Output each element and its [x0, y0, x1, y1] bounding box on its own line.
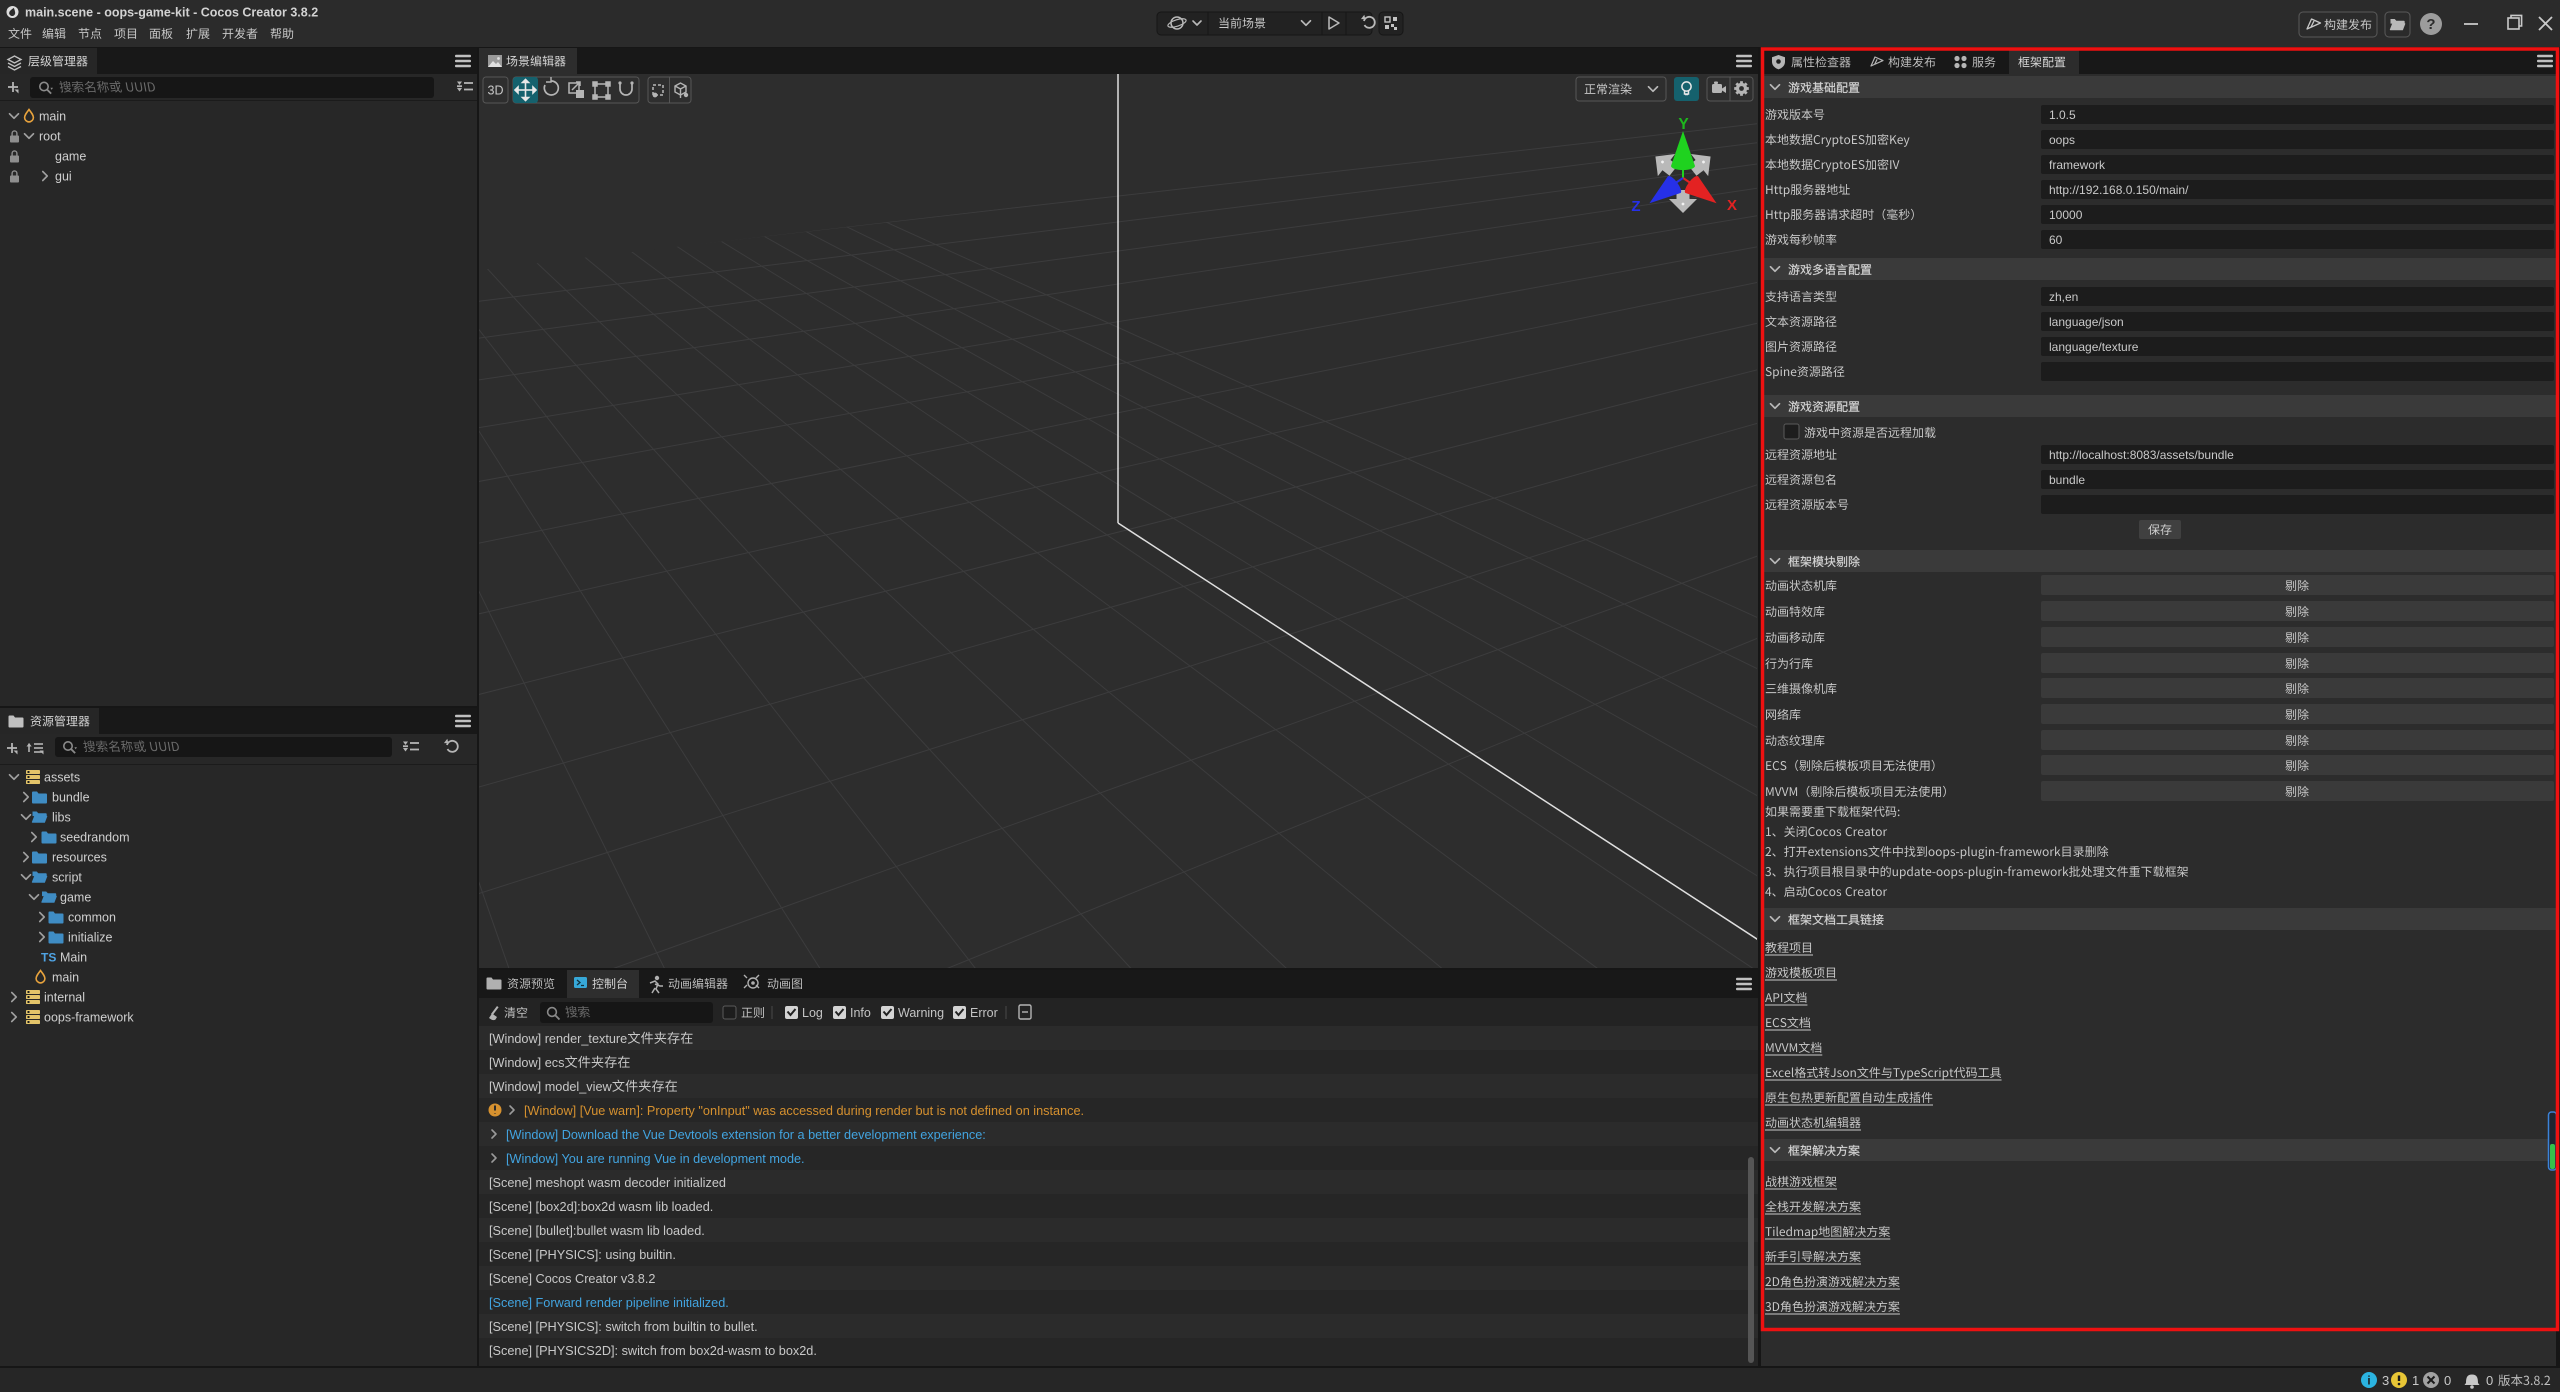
svg-text:bundle: bundle [52, 791, 90, 805]
svg-text:assets: assets [44, 771, 80, 785]
svg-text:Warning: Warning [898, 1006, 944, 1020]
svg-text:resources: resources [52, 851, 107, 865]
svg-text:[Scene] [PHYSICS2D]: switch fr: [Scene] [PHYSICS2D]: switch from box2d-w… [489, 1344, 817, 1358]
svg-text:[Scene] meshopt wasm decoder i: [Scene] meshopt wasm decoder initialized [489, 1176, 726, 1190]
svg-text:0: 0 [2486, 1373, 2493, 1388]
svg-text:10000: 10000 [2049, 208, 2083, 222]
svg-text:X: X [1727, 197, 1737, 214]
svg-text:0: 0 [2444, 1373, 2451, 1388]
svg-text:Error: Error [970, 1006, 998, 1020]
svg-text:main: main [39, 110, 66, 124]
svg-text:TS: TS [41, 951, 56, 965]
svg-text:Info: Info [850, 1006, 871, 1020]
svg-text:http://192.168.0.150/main/: http://192.168.0.150/main/ [2049, 183, 2189, 197]
svg-text:[Window] You are running Vue i: [Window] You are running Vue in developm… [506, 1152, 805, 1166]
svg-text:bundle: bundle [2049, 473, 2085, 487]
svg-text:[Window] render_texture: [Window] render_texture [489, 1032, 627, 1046]
svg-text:1.0.5: 1.0.5 [2049, 108, 2076, 122]
svg-text:framework: framework [2049, 158, 2106, 172]
svg-text:main.scene - oops-game-kit - C: main.scene - oops-game-kit - Cocos Creat… [25, 6, 318, 20]
svg-text:language/json: language/json [2049, 315, 2124, 329]
svg-text:game: game [55, 150, 86, 164]
svg-text:seedrandom: seedrandom [60, 831, 130, 845]
svg-text:Main: Main [60, 951, 87, 965]
svg-text:3D: 3D [488, 84, 504, 98]
svg-text:60: 60 [2049, 233, 2063, 247]
svg-text:oops: oops [2049, 133, 2075, 147]
svg-text:[Window] ecs: [Window] ecs [489, 1056, 564, 1070]
svg-text:language/texture: language/texture [2049, 340, 2139, 354]
svg-text:[Scene] [box2d]:box2d wasm lib: [Scene] [box2d]:box2d wasm lib loaded. [489, 1200, 713, 1214]
svg-text:?: ? [2426, 16, 2435, 33]
svg-text:libs: libs [52, 811, 71, 825]
svg-text:[Window] [Vue warn]: Property: [Window] [Vue warn]: Property "onInput" … [524, 1104, 1084, 1118]
svg-text:[Scene] Forward render pipelin: [Scene] Forward render pipeline initiali… [489, 1296, 729, 1310]
svg-text:[Scene] [PHYSICS]: using built: [Scene] [PHYSICS]: using builtin. [489, 1248, 676, 1262]
svg-text:internal: internal [44, 991, 85, 1005]
svg-text:[Scene] Cocos Creator v3.8.2: [Scene] Cocos Creator v3.8.2 [489, 1272, 655, 1286]
svg-text:zh,en: zh,en [2049, 290, 2078, 304]
svg-text:oops-framework: oops-framework [44, 1011, 134, 1025]
svg-text:gui: gui [55, 170, 72, 184]
svg-text:Z: Z [1631, 198, 1640, 215]
svg-text:root: root [39, 130, 61, 144]
svg-text:http://localhost:8083/assets/b: http://localhost:8083/assets/bundle [2049, 448, 2234, 462]
svg-text:[Scene] [bullet]:bullet wasm l: [Scene] [bullet]:bullet wasm lib loaded. [489, 1224, 705, 1238]
svg-text:3: 3 [2382, 1373, 2389, 1388]
svg-text:game: game [60, 891, 91, 905]
svg-text:i: i [2367, 1376, 2370, 1388]
svg-text:initialize: initialize [68, 931, 113, 945]
svg-text:[Scene] [PHYSICS]: switch from: [Scene] [PHYSICS]: switch from builtin t… [489, 1320, 758, 1334]
svg-text:script: script [52, 871, 82, 885]
svg-text:[Window] Download the Vue Devt: [Window] Download the Vue Devtools exten… [506, 1128, 986, 1142]
svg-text:main: main [52, 971, 79, 985]
svg-text:Log: Log [802, 1006, 823, 1020]
svg-text:Y: Y [1678, 116, 1689, 133]
svg-text:common: common [68, 911, 116, 925]
svg-text:1: 1 [2412, 1373, 2419, 1388]
svg-text:[Window] model_view: [Window] model_view [489, 1080, 613, 1094]
